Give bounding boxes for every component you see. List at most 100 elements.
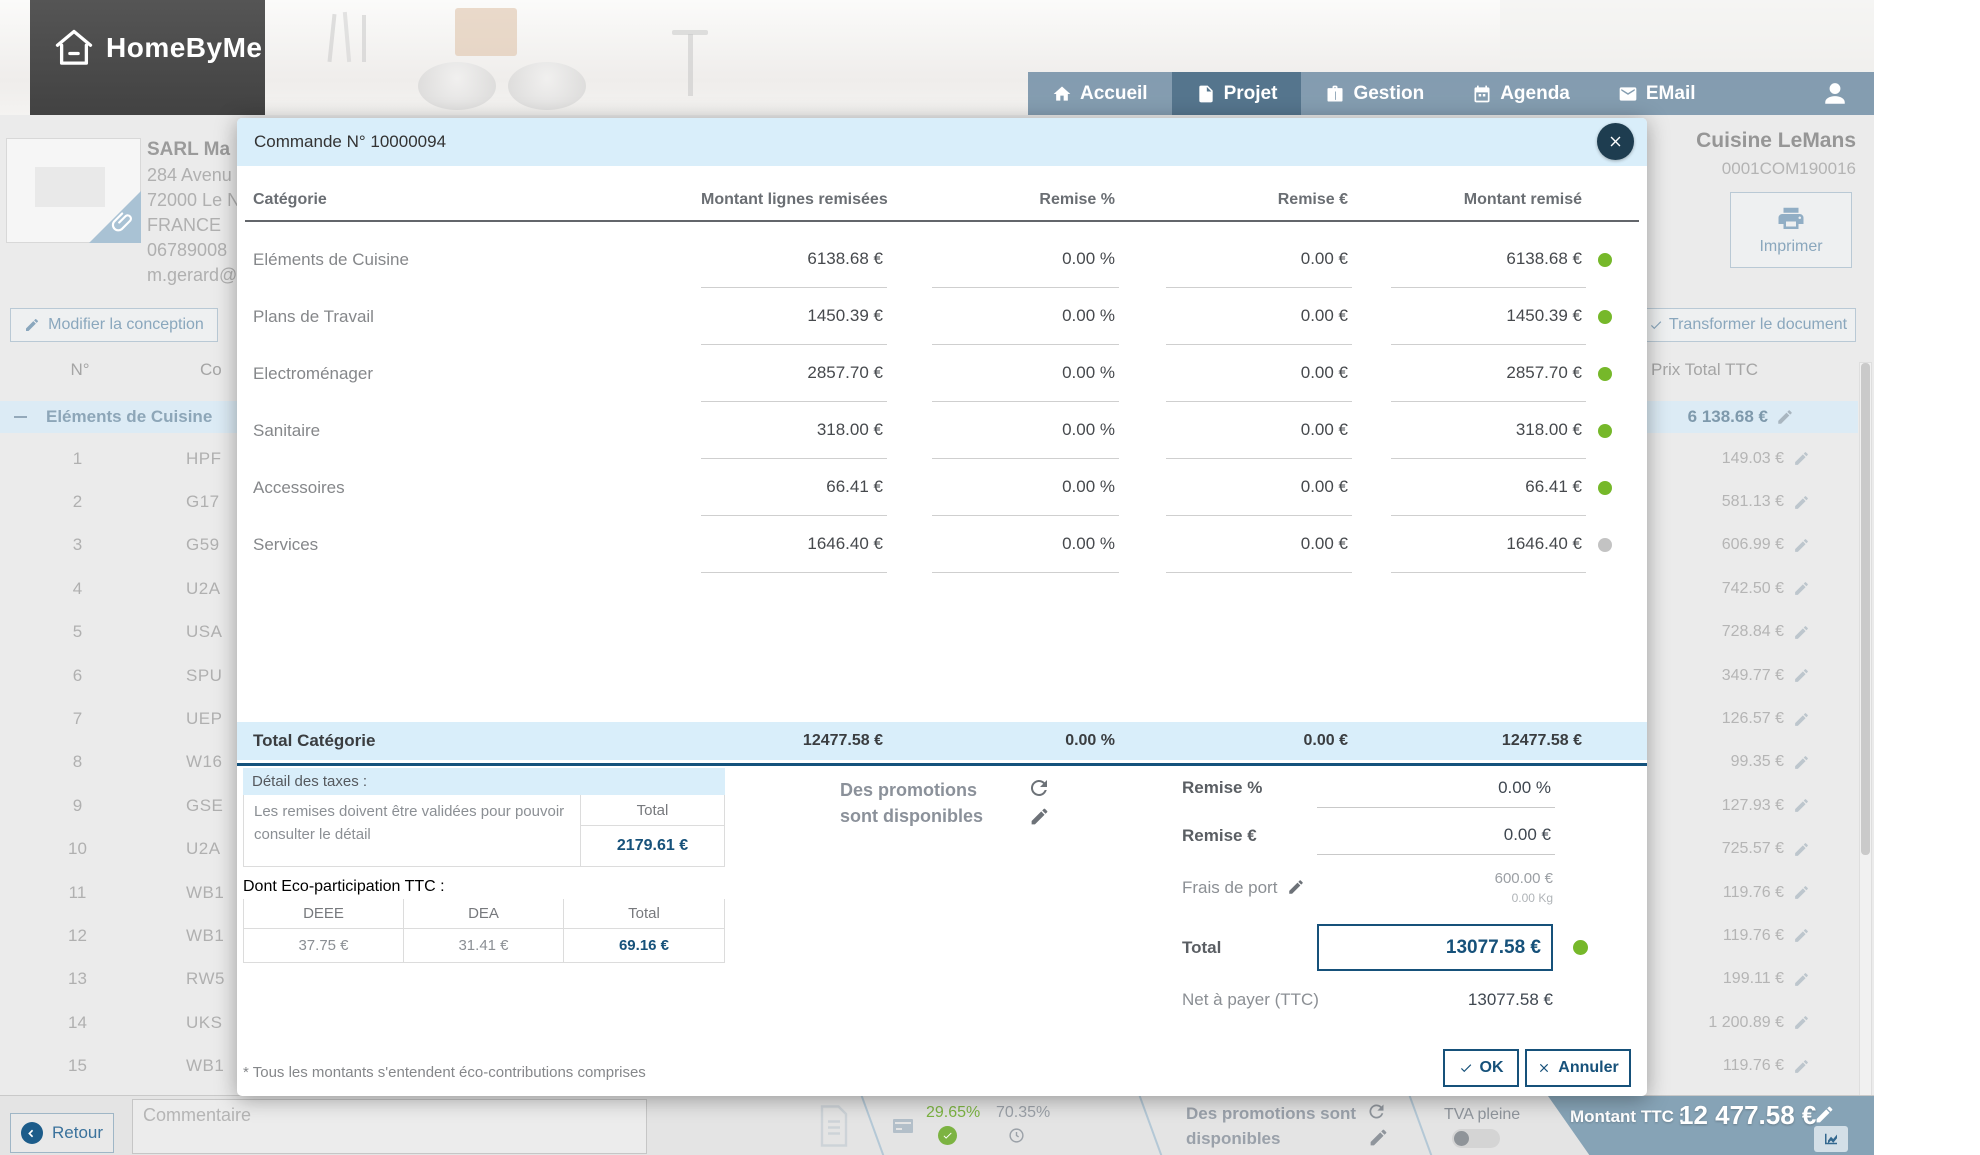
discount-eur-input[interactable]: 0.00 €	[1166, 516, 1352, 573]
category-table: Eléments de Cuisine 6138.68 € 0.00 % 0.0…	[253, 231, 1631, 573]
nav-accueil[interactable]: Accueil	[1028, 72, 1172, 115]
price-value: 742.50 €	[1722, 580, 1784, 598]
amount-ttc-label: Montant TTC :	[1570, 1107, 1684, 1127]
collapse-icon[interactable]	[14, 416, 27, 418]
group-row-right[interactable]: 6 138.68 €	[1647, 401, 1858, 433]
item-number: 5	[40, 622, 115, 642]
kitchen-photo-shape	[672, 30, 708, 35]
item-row[interactable]: 5 USA	[0, 611, 237, 654]
price-row[interactable]: 199.11 €	[1647, 958, 1874, 1001]
item-row[interactable]: 10 U2A	[0, 828, 237, 871]
vertical-scrollbar[interactable]	[1859, 362, 1872, 1155]
nav-gestion[interactable]: Gestion	[1301, 72, 1448, 115]
discount-pct-input[interactable]: 0.00 %	[932, 231, 1119, 288]
discount-eur-input[interactable]: 0.00 €	[1166, 459, 1352, 516]
discount-eur-input[interactable]: 0.00 €	[1166, 402, 1352, 459]
tva-toggle[interactable]	[1452, 1129, 1500, 1148]
pencil-icon[interactable]	[1368, 1127, 1389, 1153]
price-row[interactable]: 149.03 €	[1647, 437, 1874, 480]
price-row[interactable]: 606.99 €	[1647, 524, 1874, 567]
item-row[interactable]: 15 WB1	[0, 1044, 237, 1087]
comment-input[interactable]	[132, 1099, 647, 1154]
user-menu[interactable]	[1796, 72, 1874, 115]
cancel-label: Annuler	[1558, 1059, 1618, 1077]
modify-design-button[interactable]: Modifier la conception	[10, 308, 218, 342]
price-row[interactable]: 349.77 €	[1647, 654, 1874, 697]
back-arrow-icon	[21, 1122, 43, 1144]
status-dot	[1573, 940, 1588, 955]
price-row[interactable]: 581.13 €	[1647, 480, 1874, 523]
item-row[interactable]: 14 UKS	[0, 1001, 237, 1044]
refresh-icon[interactable]	[1366, 1101, 1387, 1127]
item-row[interactable]: 11 WB1	[0, 871, 237, 914]
category-row: Eléments de Cuisine 6138.68 € 0.00 % 0.0…	[253, 231, 1631, 288]
pencil-icon[interactable]	[1287, 878, 1305, 901]
discount-pct-input[interactable]: 0.00 %	[932, 459, 1119, 516]
amount-cell: 318.00 €	[701, 402, 887, 459]
homebyme-logo[interactable]: HomeByMe	[52, 26, 262, 70]
category-label: Accessoires	[253, 459, 701, 516]
summary-discount-pct-input[interactable]: 0.00 %	[1317, 768, 1555, 808]
item-row[interactable]: 9 GSE	[0, 784, 237, 827]
price-row[interactable]: 99.35 €	[1647, 741, 1874, 784]
discount-pct-input[interactable]: 0.00 %	[932, 516, 1119, 573]
item-row[interactable]: 3 G59	[0, 524, 237, 567]
discount-eur-input[interactable]: 0.00 €	[1166, 345, 1352, 402]
item-row[interactable]: 6 SPU	[0, 654, 237, 697]
ok-button[interactable]: OK	[1443, 1049, 1519, 1087]
header-rule	[245, 220, 1639, 222]
price-value: 199.11 €	[1723, 970, 1784, 988]
price-row[interactable]: 127.93 €	[1647, 784, 1874, 827]
item-row[interactable]: 4 U2A	[0, 567, 237, 610]
check-icon	[1459, 1061, 1473, 1075]
price-row[interactable]: 742.50 €	[1647, 567, 1874, 610]
pencil-icon	[1793, 667, 1810, 684]
price-row[interactable]: 119.76 €	[1647, 914, 1874, 957]
due-percentage: 70.35%	[996, 1104, 1050, 1122]
discount-pct-input[interactable]: 0.00 %	[932, 288, 1119, 345]
price-value: 119.76 €	[1723, 1057, 1784, 1075]
transform-document-button[interactable]: Transformer le document	[1640, 308, 1856, 342]
item-row[interactable]: 13 RW5	[0, 958, 237, 1001]
item-row[interactable]: 8 W16	[0, 741, 237, 784]
nav-email[interactable]: EMail	[1594, 72, 1720, 115]
nav-projet[interactable]: Projet	[1172, 72, 1302, 115]
refresh-icon[interactable]	[1027, 776, 1051, 805]
eco-col-deee: DEEE	[244, 899, 404, 928]
item-row[interactable]: 2 G17	[0, 480, 237, 523]
summary-total-label: Total	[1182, 938, 1221, 958]
discount-eur-input[interactable]: 0.00 €	[1166, 231, 1352, 288]
price-row[interactable]: 725.57 €	[1647, 828, 1874, 871]
scrollbar-thumb[interactable]	[1861, 363, 1870, 855]
price-value: 119.76 €	[1723, 884, 1784, 902]
discount-pct-input[interactable]: 0.00 %	[932, 345, 1119, 402]
pencil-icon[interactable]	[1029, 806, 1050, 832]
item-row[interactable]: 12 WB1	[0, 914, 237, 957]
summary-discount-eur-input[interactable]: 0.00 €	[1317, 815, 1555, 855]
group-row-left[interactable]: Eléments de Cuisine	[0, 401, 237, 433]
discount-pct-input[interactable]: 0.00 %	[932, 402, 1119, 459]
price-row[interactable]: 728.84 €	[1647, 611, 1874, 654]
price-value: 606.99 €	[1722, 536, 1784, 554]
nav-agenda[interactable]: Agenda	[1448, 72, 1594, 115]
price-row[interactable]: 1 200.89 €	[1647, 1001, 1874, 1044]
price-value: 581.13 €	[1722, 493, 1784, 511]
summary-total-input[interactable]: 13077.58 €	[1317, 924, 1553, 971]
close-button[interactable]	[1597, 123, 1634, 160]
item-row[interactable]: 1 HPF	[0, 437, 237, 480]
paid-percentage: 29.65%	[926, 1104, 980, 1122]
print-button[interactable]: Imprimer	[1730, 192, 1852, 268]
price-row[interactable]: 119.76 €	[1647, 1044, 1874, 1087]
design-thumbnail[interactable]	[6, 138, 141, 243]
item-row[interactable]: 7 UEP	[0, 697, 237, 740]
total-rule	[237, 763, 1647, 766]
back-button[interactable]: Retour	[10, 1113, 114, 1153]
page: HomeByMe Accueil Projet Gestion Agenda	[0, 0, 1980, 1155]
price-row[interactable]: 126.57 €	[1647, 697, 1874, 740]
price-row[interactable]: 119.76 €	[1647, 871, 1874, 914]
net-label: Net à payer (TTC)	[1182, 990, 1319, 1010]
col-number: N°	[55, 360, 105, 380]
chart-button[interactable]	[1814, 1126, 1848, 1152]
cancel-button[interactable]: Annuler	[1525, 1049, 1631, 1087]
discount-eur-input[interactable]: 0.00 €	[1166, 288, 1352, 345]
